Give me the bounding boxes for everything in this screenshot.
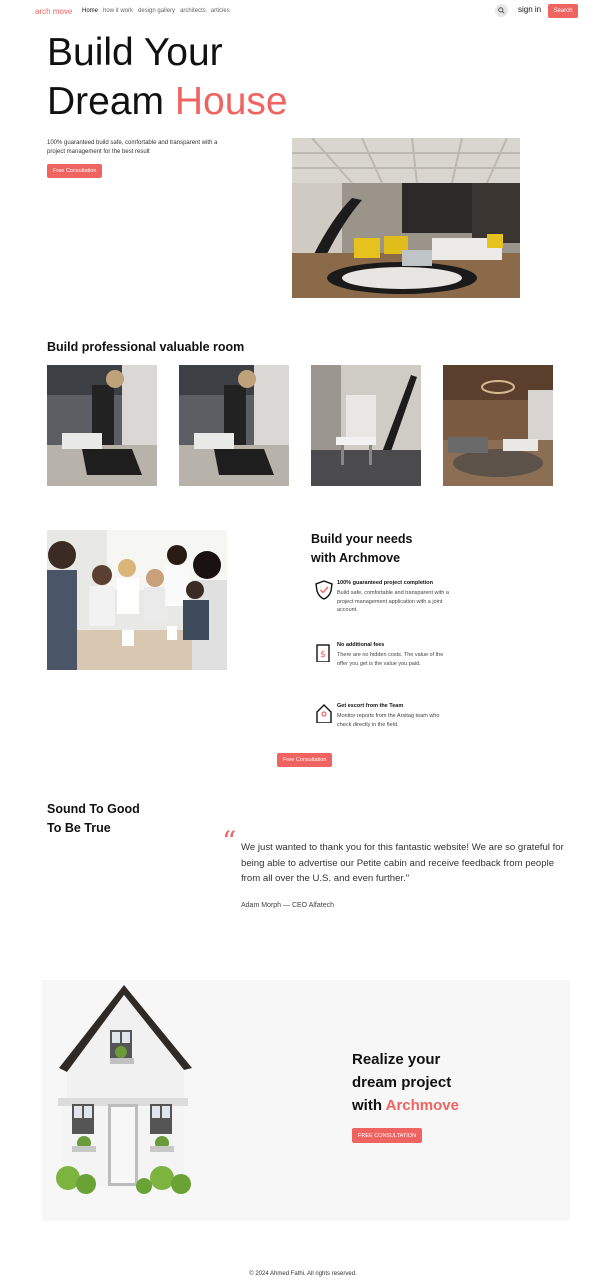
team-meeting-image	[47, 530, 227, 670]
room-image-2	[179, 365, 289, 486]
room-image-1	[47, 365, 157, 486]
nav-link-home[interactable]: Home	[82, 8, 98, 14]
nav-link-architects[interactable]: architects	[180, 8, 206, 14]
needs-consultation-button[interactable]: Free Consultation	[277, 753, 333, 767]
hero-title: Build Your Dream House	[47, 31, 288, 123]
quote-mark-icon: “	[222, 825, 237, 858]
room-image-4	[443, 365, 553, 486]
top-navbar: arch move Home how it work design galler…	[0, 0, 606, 24]
hero-description: 100% guaranteed build safe, comfortable …	[47, 140, 218, 155]
cta-title-accent: Archmove	[385, 1097, 459, 1114]
shield-check-icon	[315, 580, 333, 600]
cta-title: Realize your dream project with Archmove	[352, 1051, 459, 1114]
testimonial-quote: We just wanted to thank you for this fan…	[241, 842, 564, 884]
brand-logo[interactable]: arch move	[35, 7, 72, 16]
hero-interior-image	[292, 138, 520, 298]
feature-title: Get escort from the Team	[337, 703, 404, 709]
house-illustration	[44, 980, 204, 1210]
dollar-document-icon: $	[315, 642, 333, 663]
needs-section-title: Build your needs with Archmove	[311, 532, 413, 565]
nav-link-design-gallery[interactable]: design gallery	[138, 8, 175, 14]
sign-in-link[interactable]: sign in	[518, 5, 541, 14]
feature-description: Build safe, comfortable and transparent …	[337, 590, 449, 613]
room-image-3	[311, 365, 421, 486]
nav-link-how-it-work[interactable]: how it work	[103, 8, 133, 14]
feature-title: No additional fees	[337, 642, 385, 648]
svg-text:$: $	[320, 650, 326, 660]
hero-consultation-button[interactable]: Free Consultation	[47, 164, 103, 178]
search-icon[interactable]	[495, 4, 508, 17]
feature-description: Monitor reports from the Arsitag team wh…	[337, 713, 440, 728]
nav-links: Home how it work design gallery architec…	[82, 8, 230, 14]
cta-consultation-button[interactable]: FREE CONSULTATION	[352, 1128, 423, 1143]
hero-title-accent: House	[174, 80, 288, 123]
feature-description: There are no hidden costs. The value of …	[337, 652, 444, 667]
testimonial-author: Adam Morph — CEO Alfatech	[241, 902, 334, 909]
rooms-section-title: Build professional valuable room	[47, 340, 245, 354]
testimonial-section-title: Sound To Good To Be True	[47, 802, 140, 835]
cta-section: Realize your dream project with Archmove…	[42, 980, 570, 1221]
feature-title: 100% guaranteed project completion	[337, 580, 433, 586]
nav-link-articles[interactable]: articles	[211, 8, 230, 14]
footer-copyright: © 2024 Ahmed Fathi. All rights reserved.	[249, 1271, 357, 1277]
search-button[interactable]: Search	[548, 4, 578, 18]
house-person-icon	[315, 703, 333, 724]
